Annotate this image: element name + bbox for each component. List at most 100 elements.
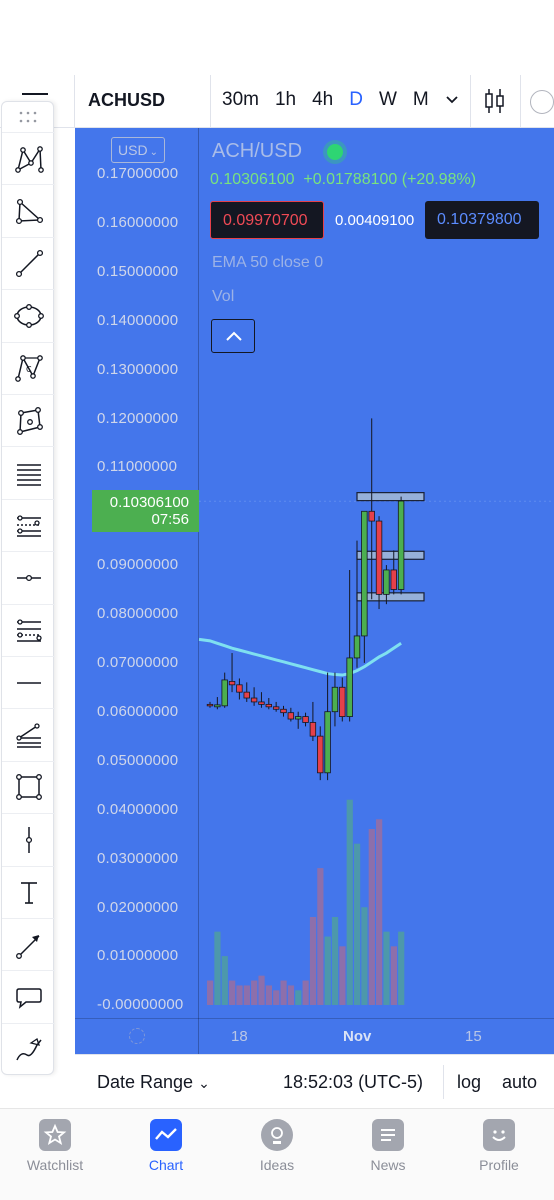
spread-value: 0.00409100 (335, 212, 415, 229)
trend-line-tool[interactable] (2, 236, 55, 289)
drag-handle-icon[interactable] (18, 110, 38, 124)
vertical-line-tool[interactable] (2, 813, 55, 865)
candle-up (221, 679, 228, 707)
trend-line-icon (15, 250, 43, 278)
header-divider (74, 75, 75, 127)
fib-channel-tool[interactable] (2, 498, 55, 551)
symbol-title[interactable]: ACHUSD (88, 90, 165, 111)
tab-watchlist[interactable]: Watchlist (0, 1119, 110, 1173)
price-axis-label: 0.16000000 (97, 213, 179, 231)
smile-icon (483, 1119, 515, 1151)
fib-channel-icon (16, 515, 41, 538)
candle-down (280, 708, 287, 714)
ema-indicator-label[interactable]: EMA 50 close 0 (212, 254, 323, 272)
price-axis-label: 0.11000000 (97, 458, 178, 476)
buy-button[interactable]: 0.10379800 (425, 201, 539, 239)
xabcd-pattern-icon (14, 145, 44, 173)
collapse-legend-button[interactable] (211, 319, 255, 353)
tab-chart[interactable]: Chart (111, 1119, 221, 1173)
price-tag-value: 0.10306100 (109, 494, 189, 511)
volume-bar (236, 985, 243, 1005)
arrow-tool[interactable] (2, 918, 55, 970)
volume-bar (295, 990, 302, 1005)
triangle-pattern-icon (15, 198, 43, 224)
app-root: ACHUSD 30m 1h 4h D W M USD ⌄ 0.17000000 0.… (0, 0, 554, 1200)
svg-text:C: C (26, 365, 32, 374)
drawing-toolbar: C (1, 101, 55, 1075)
sell-button[interactable]: 0.09970700 (210, 201, 324, 239)
volume-bar (339, 946, 346, 1005)
price-axis-label: 0.08000000 (97, 605, 179, 623)
chart-header: ACHUSD 30m 1h 4h D W M (0, 75, 554, 128)
brush-tool[interactable] (2, 1022, 55, 1075)
tab-label: Watchlist (26, 1157, 84, 1173)
log-scale-toggle[interactable]: log (457, 1072, 481, 1093)
tab-news[interactable]: News (333, 1119, 443, 1173)
xabcd-pattern-tool[interactable] (2, 132, 55, 184)
chevron-down-icon[interactable] (445, 87, 459, 111)
tab-label: Ideas (259, 1157, 295, 1173)
text-tool[interactable] (2, 865, 55, 918)
candle-up (294, 716, 302, 720)
callout-tool[interactable] (2, 970, 55, 1022)
bottom-tab-bar: Watchlist Chart Ideas News Profile (0, 1108, 554, 1200)
price-axis-label: 0.04000000 (97, 800, 179, 818)
abcd-pattern-tool[interactable]: C (2, 341, 55, 394)
ellipse-tool[interactable] (2, 289, 55, 341)
volume-bar (331, 917, 339, 1005)
brush-icon (15, 1038, 42, 1061)
volume-bar (265, 985, 272, 1005)
header-divider (470, 75, 471, 127)
abcd-pattern-icon: C (14, 355, 43, 382)
time-label: 18 (231, 1028, 248, 1045)
volume-bar (258, 975, 265, 1005)
time-label: 15 (465, 1028, 482, 1045)
volume-bar (376, 819, 383, 1005)
bar-countdown: 07:56 (151, 511, 189, 528)
horizontal-lines-tool[interactable] (2, 446, 55, 498)
pitchfan-tool[interactable] (2, 708, 55, 760)
interval-d[interactable]: D (349, 89, 363, 111)
rectangle-tool[interactable] (2, 760, 55, 813)
volume-bar (273, 990, 280, 1005)
candle-down (390, 569, 397, 590)
price-axis-label: 0.06000000 (97, 702, 179, 720)
bulb-icon (261, 1119, 293, 1151)
chart-pane[interactable]: USD ⌄ 0.17000000 0.16000000 0.15000000 0.140… (75, 128, 554, 1054)
polygon-tool[interactable] (2, 394, 55, 446)
candle-up (331, 686, 339, 713)
tab-profile[interactable]: Profile (444, 1119, 554, 1173)
candle-type-icon[interactable] (484, 87, 506, 115)
triangle-pattern-tool[interactable] (2, 184, 55, 236)
legend-symbol[interactable]: ACH/USD (212, 140, 302, 163)
volume-bar (368, 829, 375, 1005)
text-icon (20, 882, 37, 904)
date-range-button[interactable]: Date Range ⌄ (97, 1072, 210, 1093)
interval-w[interactable]: W (379, 89, 397, 111)
gear-icon[interactable] (129, 1028, 145, 1044)
timezone-clock[interactable]: 18:52:03 (UTC-5) (283, 1072, 423, 1093)
tab-ideas[interactable]: Ideas (222, 1119, 332, 1173)
interval-1h[interactable]: 1h (275, 89, 296, 111)
candle-up (214, 704, 221, 708)
price-axis-label: 0.13000000 (97, 360, 179, 378)
interval-m[interactable]: M (413, 89, 429, 111)
volume-bar (207, 980, 214, 1005)
candle-up (361, 510, 368, 637)
ellipse-icon (13, 303, 44, 328)
auto-scale-toggle[interactable]: auto (502, 1072, 537, 1093)
candle-down (339, 686, 346, 717)
horizontal-ray-tool[interactable] (2, 551, 55, 603)
header-divider (520, 75, 521, 127)
horizontal-line-tool[interactable] (2, 656, 55, 708)
volume-indicator-label[interactable]: Vol (212, 288, 234, 306)
interval-4h[interactable]: 4h (312, 89, 333, 111)
add-indicator-icon[interactable] (530, 90, 554, 114)
price-axis-label: 0.07000000 (97, 654, 179, 671)
header-divider (210, 75, 211, 127)
interval-30m[interactable]: 30m (222, 89, 259, 111)
tab-label: News (370, 1157, 406, 1173)
candle-down (206, 703, 214, 707)
currency-selector[interactable]: USD ⌄ (111, 137, 165, 163)
fib-retracement-tool[interactable] (2, 603, 55, 656)
